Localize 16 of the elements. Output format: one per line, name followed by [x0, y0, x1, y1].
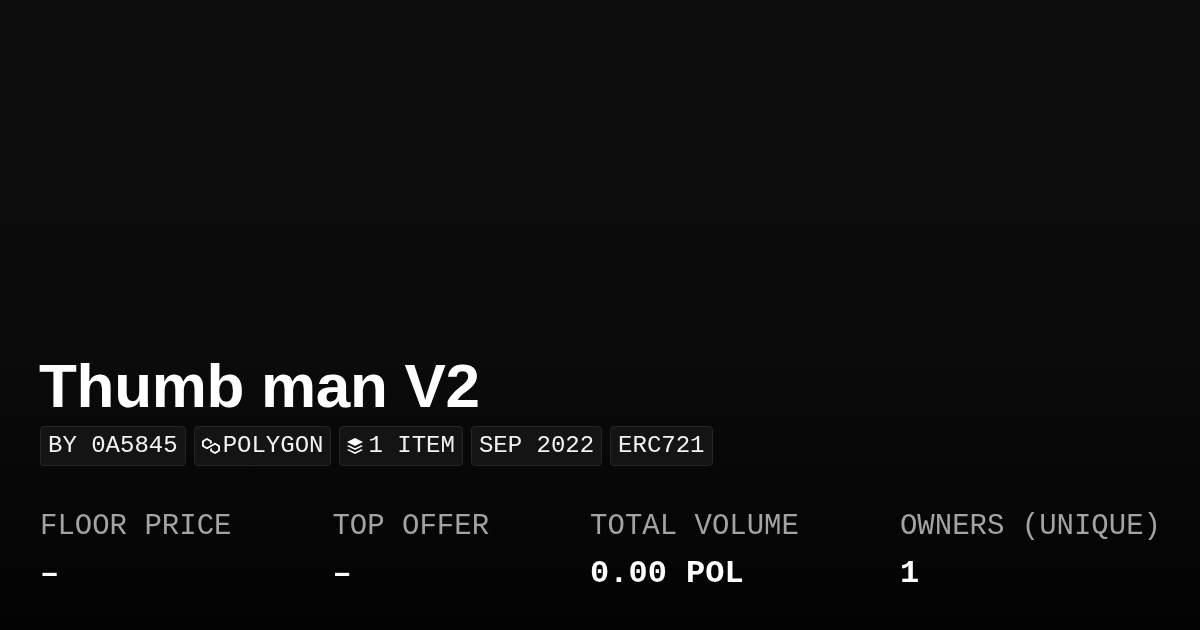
tag-label: BY 0A5845 [48, 432, 178, 460]
stat-value: 0.00 POL [590, 556, 744, 592]
stat-label: FLOOR PRICE [40, 510, 232, 544]
tag-label: ERC721 [618, 432, 705, 460]
tag-label: POLYGON [222, 432, 324, 460]
stat-label: OWNERS (UNIQUE) [899, 510, 1161, 544]
stat-label: TOP OFFER [332, 510, 490, 544]
stat-label: TOTAL VOLUME [590, 510, 799, 544]
tag-label: 1 ITEM [368, 432, 455, 460]
hexagon-link-icon [201, 438, 220, 454]
stat-value: – [332, 556, 352, 592]
tag-label: SEP 2022 [478, 432, 595, 460]
layers-icon [347, 438, 364, 454]
stat-value: 1 [899, 556, 920, 592]
collection-title: Thumb man V2 [39, 350, 480, 422]
stat-value: – [40, 556, 60, 592]
